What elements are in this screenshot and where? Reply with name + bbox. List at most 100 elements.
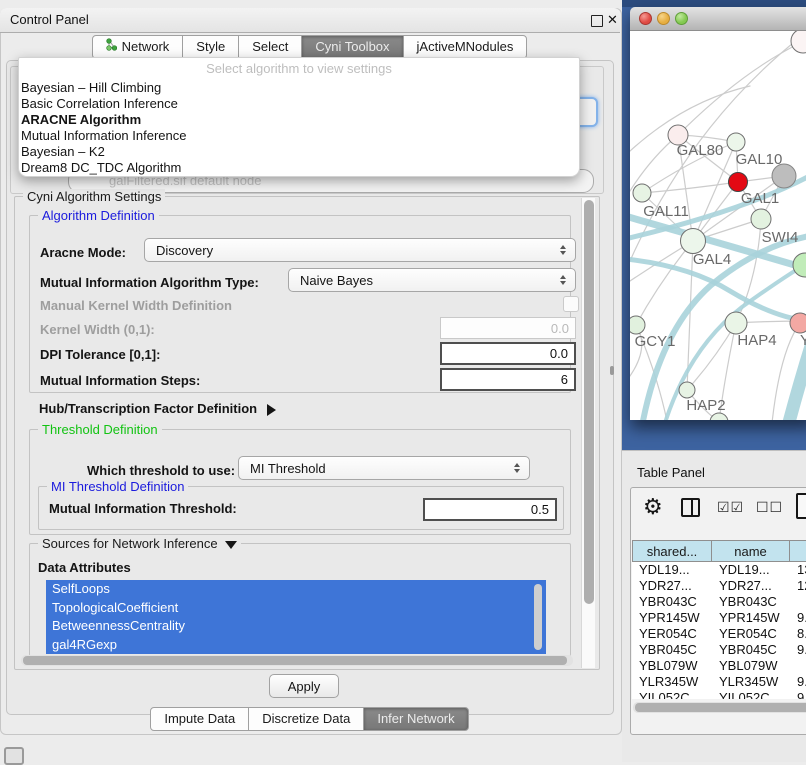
triangle-down-icon[interactable]	[225, 541, 237, 555]
minimized-panel-icon[interactable]	[4, 747, 24, 765]
control-panel-titlebar: Control Panel ✕	[0, 8, 620, 33]
tab-network[interactable]: Network	[92, 35, 184, 59]
apply-button[interactable]: Apply	[269, 674, 339, 698]
cyni-algorithm-settings-group: Cyni Algorithm Settings Algorithm Defini…	[14, 196, 600, 670]
tab-label: Style	[196, 36, 225, 58]
algorithm-option-dream8-dc-tdc-algorithm[interactable]: Dream8 DC_TDC Algorithm	[19, 160, 579, 176]
mi-steps-field[interactable]: 6	[440, 368, 576, 391]
table-row[interactable]: YLR345WYLR345W9.	[632, 674, 806, 690]
table-panel-title: Table Panel	[637, 465, 705, 480]
network-node-gal10[interactable]	[727, 133, 745, 151]
network-node-hap2[interactable]	[679, 382, 695, 398]
aracne-mode-combobox[interactable]: Discovery	[144, 238, 576, 262]
network-graph: GAL80GAL10GAL1GAL11SWI4GAL4GCY1HAP4YHAP2	[630, 31, 806, 420]
table-row[interactable]: YPR145WYPR145W9.	[632, 610, 806, 626]
stepper-icon	[556, 272, 570, 288]
network-node-gal1[interactable]	[729, 173, 748, 192]
split-columns-icon[interactable]	[681, 498, 700, 517]
table-row[interactable]: YBR045CYBR045C9.	[632, 642, 806, 658]
algorithm-option-bayesian-k2[interactable]: Bayesian – K2	[19, 144, 579, 160]
attribute-item-selfloops[interactable]: SelfLoops	[46, 580, 546, 599]
table-cell: YBR043C	[712, 594, 790, 610]
settings-gear-icon[interactable]: ⚙	[643, 494, 663, 520]
mi-steps-label: Mutual Information Steps:	[40, 373, 200, 388]
manual-kernel-width-label: Manual Kernel Width Definition	[40, 298, 232, 313]
algorithm-option-bayesian-hill-climbing[interactable]: Bayesian – Hill Climbing	[19, 80, 579, 96]
new-table-icon[interactable]	[796, 493, 806, 519]
network-node[interactable]	[791, 31, 806, 53]
deselect-all-checkboxes-icon[interactable]: ☐☐	[756, 499, 783, 516]
network-node-hap4[interactable]	[725, 312, 747, 334]
table-cell: YPR145W	[632, 610, 712, 626]
float-window-icon[interactable]	[591, 15, 603, 27]
dpi-tolerance-field[interactable]: 0.0	[440, 342, 576, 365]
algorithm-definition-group: Algorithm Definition Aracne Mode: Discov…	[29, 215, 571, 393]
mac-close-icon[interactable]	[639, 12, 652, 25]
triangle-right-icon[interactable]	[267, 404, 282, 416]
mac-minimize-icon[interactable]	[657, 12, 670, 25]
table-row[interactable]: YDR27...YDR27...12	[632, 578, 806, 594]
split-pane-grip[interactable]	[610, 366, 614, 375]
select-all-checkboxes-icon[interactable]: ☑☑	[717, 499, 744, 516]
close-icon[interactable]: ✕	[607, 10, 618, 30]
network-node-gal4[interactable]	[681, 229, 706, 254]
table-horizontal-scrollbar[interactable]	[633, 702, 806, 713]
dpi-tolerance-label: DPI Tolerance [0,1]:	[40, 347, 160, 362]
network-node[interactable]	[793, 253, 806, 277]
algorithm-option-mutual-information-inference[interactable]: Mutual Information Inference	[19, 128, 579, 144]
table-cell: YBL079W	[712, 658, 790, 674]
tab-discretize-data[interactable]: Discretize Data	[248, 707, 364, 731]
settings-vertical-scrollbar[interactable]	[581, 198, 595, 668]
tab-infer-network[interactable]: Infer Network	[363, 707, 468, 731]
column-header-name[interactable]: name	[712, 540, 790, 562]
table-row[interactable]: YBL079WYBL079W	[632, 658, 806, 674]
attribute-item-betweennesscentrality[interactable]: BetweennessCentrality	[46, 617, 546, 636]
attribute-item-topologicalcoefficient[interactable]: TopologicalCoefficient	[46, 599, 546, 618]
settings-horizontal-scrollbar[interactable]	[21, 655, 573, 666]
kernel-width-field[interactable]: 0.0	[440, 317, 576, 339]
tab-style[interactable]: Style	[182, 35, 239, 59]
network-view-window: GAL80GAL10GAL1GAL11SWI4GAL4GCY1HAP4YHAP2	[630, 7, 806, 420]
which-threshold-combobox[interactable]: MI Threshold	[238, 456, 530, 480]
control-panel-title: Control Panel	[10, 8, 89, 32]
table-cell: YIL052C	[632, 690, 712, 699]
algorithm-definition-title: Algorithm Definition	[38, 208, 159, 223]
node-label: GCY1	[635, 333, 676, 350]
network-canvas[interactable]: GAL80GAL10GAL1GAL11SWI4GAL4GCY1HAP4YHAP2	[630, 31, 806, 420]
mi-threshold-field[interactable]: 0.5	[423, 498, 557, 521]
table-row[interactable]: YIL052CYIL052C9	[632, 690, 806, 699]
network-node-y[interactable]	[790, 313, 806, 333]
tab-jactivemnodules[interactable]: jActiveMNodules	[403, 35, 528, 59]
attribute-item-gal4rgexp[interactable]: gal4RGexp	[46, 636, 546, 655]
table-row[interactable]: YDL19...YDL19...13	[632, 562, 806, 578]
mi-algorithm-type-combobox[interactable]: Naive Bayes	[288, 268, 576, 292]
table-row[interactable]: YBR043CYBR043C	[632, 594, 806, 610]
table-cell: YDR27...	[712, 578, 790, 594]
kernel-width-label: Kernel Width (0,1):	[40, 322, 155, 337]
network-node[interactable]	[710, 413, 728, 420]
network-node-swi4[interactable]	[751, 209, 771, 229]
tab-select[interactable]: Select	[238, 35, 302, 59]
attributes-list-scrollbar[interactable]	[534, 584, 542, 650]
table-cell: YLR345W	[632, 674, 712, 690]
network-node-gcy1[interactable]	[630, 316, 645, 334]
manual-kernel-checkbox[interactable]	[563, 296, 579, 312]
tab-label: Infer Network	[377, 708, 454, 730]
aracne-mode-value: Discovery	[145, 243, 556, 258]
node-label: GAL1	[741, 190, 779, 207]
data-attributes-list: SelfLoopsTopologicalCoefficientBetweenne…	[46, 580, 546, 654]
tab-label: Cyni Toolbox	[315, 36, 389, 58]
table-row[interactable]: YER054CYER054C8.	[632, 626, 806, 642]
column-header-shared[interactable]: shared...	[632, 540, 712, 562]
tab-cyni-toolbox[interactable]: Cyni Toolbox	[301, 35, 403, 59]
algorithm-dropdown-popup: Select algorithm to view settings Bayesi…	[18, 57, 580, 177]
tab-impute-data[interactable]: Impute Data	[150, 707, 249, 731]
column-header-partial[interactable]	[790, 540, 806, 562]
algorithm-option-basic-correlation-inference[interactable]: Basic Correlation Inference	[19, 96, 579, 112]
table-header: shared...name	[632, 540, 806, 562]
network-node-gal11[interactable]	[633, 184, 651, 202]
mi-threshold-group-title: MI Threshold Definition	[47, 479, 188, 494]
algorithm-option-aracne-algorithm[interactable]: ARACNE Algorithm	[19, 112, 579, 128]
network-node[interactable]	[772, 164, 796, 188]
mac-zoom-icon[interactable]	[675, 12, 688, 25]
